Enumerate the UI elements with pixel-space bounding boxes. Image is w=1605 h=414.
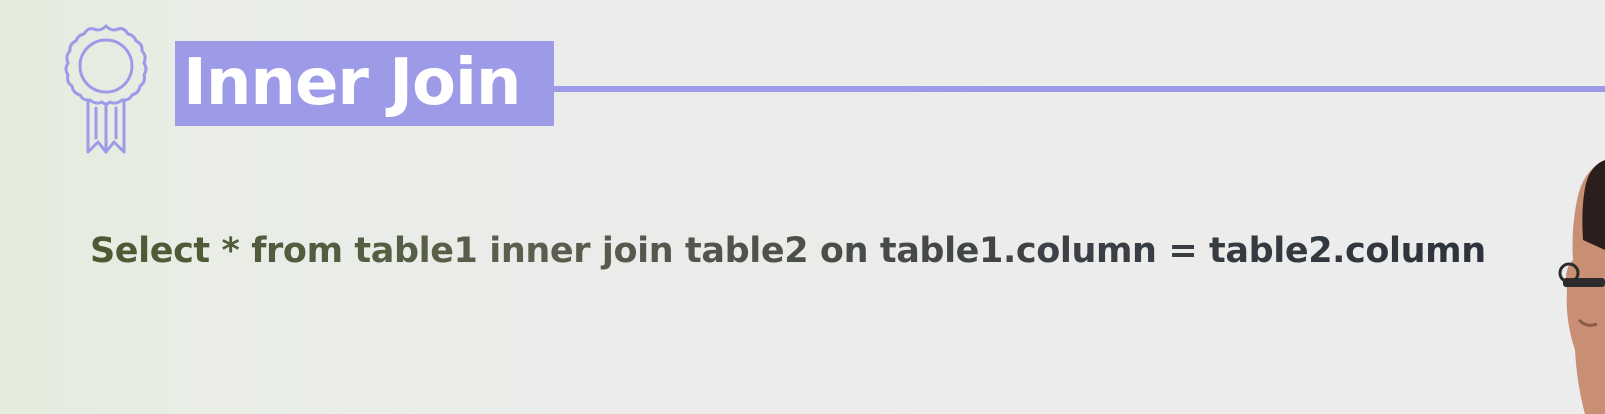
slide: Inner Join Select * from table1 inner jo…: [0, 0, 1605, 414]
title-divider: [554, 86, 1605, 92]
presenter-image: [1505, 160, 1605, 414]
award-ribbon-icon: [58, 22, 154, 160]
slide-title: Inner Join: [183, 46, 521, 120]
sql-query-text: Select * from table1 inner join table2 o…: [90, 226, 1550, 276]
title-highlight: Inner Join: [175, 41, 554, 126]
